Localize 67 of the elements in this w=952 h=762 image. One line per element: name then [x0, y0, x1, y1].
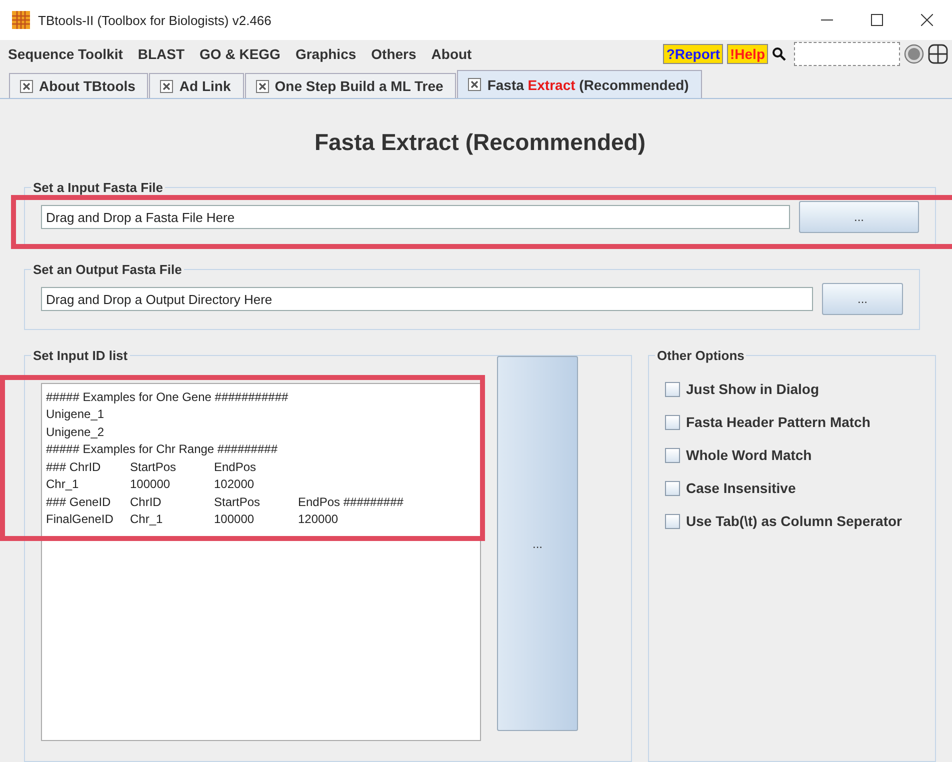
- option-checkbox[interactable]: Case Insensitive: [665, 480, 919, 496]
- text-line: 100000: [214, 512, 256, 526]
- browse-button[interactable]: ...: [822, 283, 903, 315]
- minimize-icon: [821, 19, 833, 21]
- tab-label: Ad Link: [179, 78, 231, 94]
- search-icon[interactable]: [772, 47, 786, 61]
- close-icon: [921, 14, 933, 26]
- tab[interactable]: One Step Build a ML Tree: [244, 73, 456, 98]
- tab[interactable]: About TBtools: [9, 73, 148, 98]
- menu-item[interactable]: Others: [371, 46, 416, 62]
- window-title: TBtools-II (Toolbox for Biologists) v2.466: [38, 12, 272, 28]
- tab-label: One Step Build a ML Tree: [274, 78, 444, 94]
- menu-item[interactable]: Graphics: [295, 46, 356, 62]
- text-line: ### GeneID: [46, 494, 112, 509]
- text-line: 120000: [298, 512, 340, 526]
- text-line: StartPos: [214, 494, 262, 509]
- file-path-field[interactable]: Drag and Drop a Output Directory Here: [41, 287, 813, 311]
- text-line: ##### Examples for Chr Range #########: [46, 442, 278, 456]
- close-icon[interactable]: [20, 80, 33, 92]
- text-line: Chr_1: [130, 512, 164, 526]
- tab[interactable]: Fasta Extract (Recommended): [457, 70, 702, 98]
- close-icon[interactable]: [160, 80, 174, 92]
- tab-label: About TBtools: [39, 78, 136, 94]
- record-icon[interactable]: [904, 44, 924, 64]
- text-line: 100000: [130, 477, 172, 492]
- text-line: ChrID: [130, 494, 162, 509]
- tab-label: Fasta Extract (Recommended): [487, 76, 689, 92]
- text-line: ### ChrID: [46, 460, 102, 474]
- menu-item[interactable]: GO & KEGG: [200, 46, 280, 62]
- option-checkbox[interactable]: Use Tab(\t) as Column Seperator: [665, 513, 919, 529]
- option-checkbox[interactable]: Whole Word Match: [665, 447, 919, 463]
- text-line: Unigene_1: [46, 407, 104, 422]
- menu-item[interactable]: Sequence Toolkit: [8, 46, 123, 62]
- file-path-field[interactable]: Drag and Drop a Fasta File Here: [41, 205, 790, 229]
- text-line: ##### Examples for One Gene ###########: [46, 390, 288, 404]
- text-line: Chr_1: [46, 477, 80, 492]
- checkbox[interactable]: [665, 382, 680, 396]
- maximize-icon: [871, 14, 883, 26]
- panel-title: Set an Output Fasta File: [32, 262, 183, 277]
- text-line: Unigene_2: [46, 424, 104, 439]
- option-checkbox[interactable]: Just Show in Dialog: [665, 381, 919, 397]
- checkbox[interactable]: [665, 414, 680, 430]
- menu-item[interactable]: BLAST: [138, 46, 185, 62]
- page-heading: Fasta Extract (Recommended): [313, 129, 647, 156]
- browse-button[interactable]: ...: [799, 201, 919, 233]
- close-icon[interactable]: [256, 80, 269, 92]
- panel-title: Set a Input Fasta File: [32, 180, 164, 195]
- panel-title: Set Input ID list: [32, 348, 129, 363]
- text-line: 102000: [214, 477, 256, 492]
- report-button[interactable]: ?Report: [663, 44, 723, 64]
- checkbox[interactable]: [665, 514, 680, 528]
- checkbox[interactable]: [665, 448, 680, 462]
- text-line: EndPos: [214, 460, 258, 474]
- close-icon[interactable]: [468, 78, 482, 91]
- grid-logo-icon: [12, 11, 30, 29]
- text-line: EndPos #########: [298, 494, 404, 509]
- grid-icon[interactable]: [928, 44, 948, 64]
- checkbox[interactable]: [665, 480, 680, 496]
- text-line: FinalGeneID: [46, 512, 114, 526]
- tab[interactable]: Ad Link: [149, 73, 244, 98]
- search-field[interactable]: [794, 42, 900, 66]
- id-list-text-area[interactable]: [41, 383, 481, 741]
- menu-item[interactable]: About: [431, 46, 472, 62]
- browse-button[interactable]: ...: [497, 356, 578, 731]
- option-checkbox[interactable]: Fasta Header Pattern Match: [665, 414, 919, 430]
- text-line: StartPos: [130, 460, 178, 474]
- panel-title: Other Options: [656, 348, 746, 363]
